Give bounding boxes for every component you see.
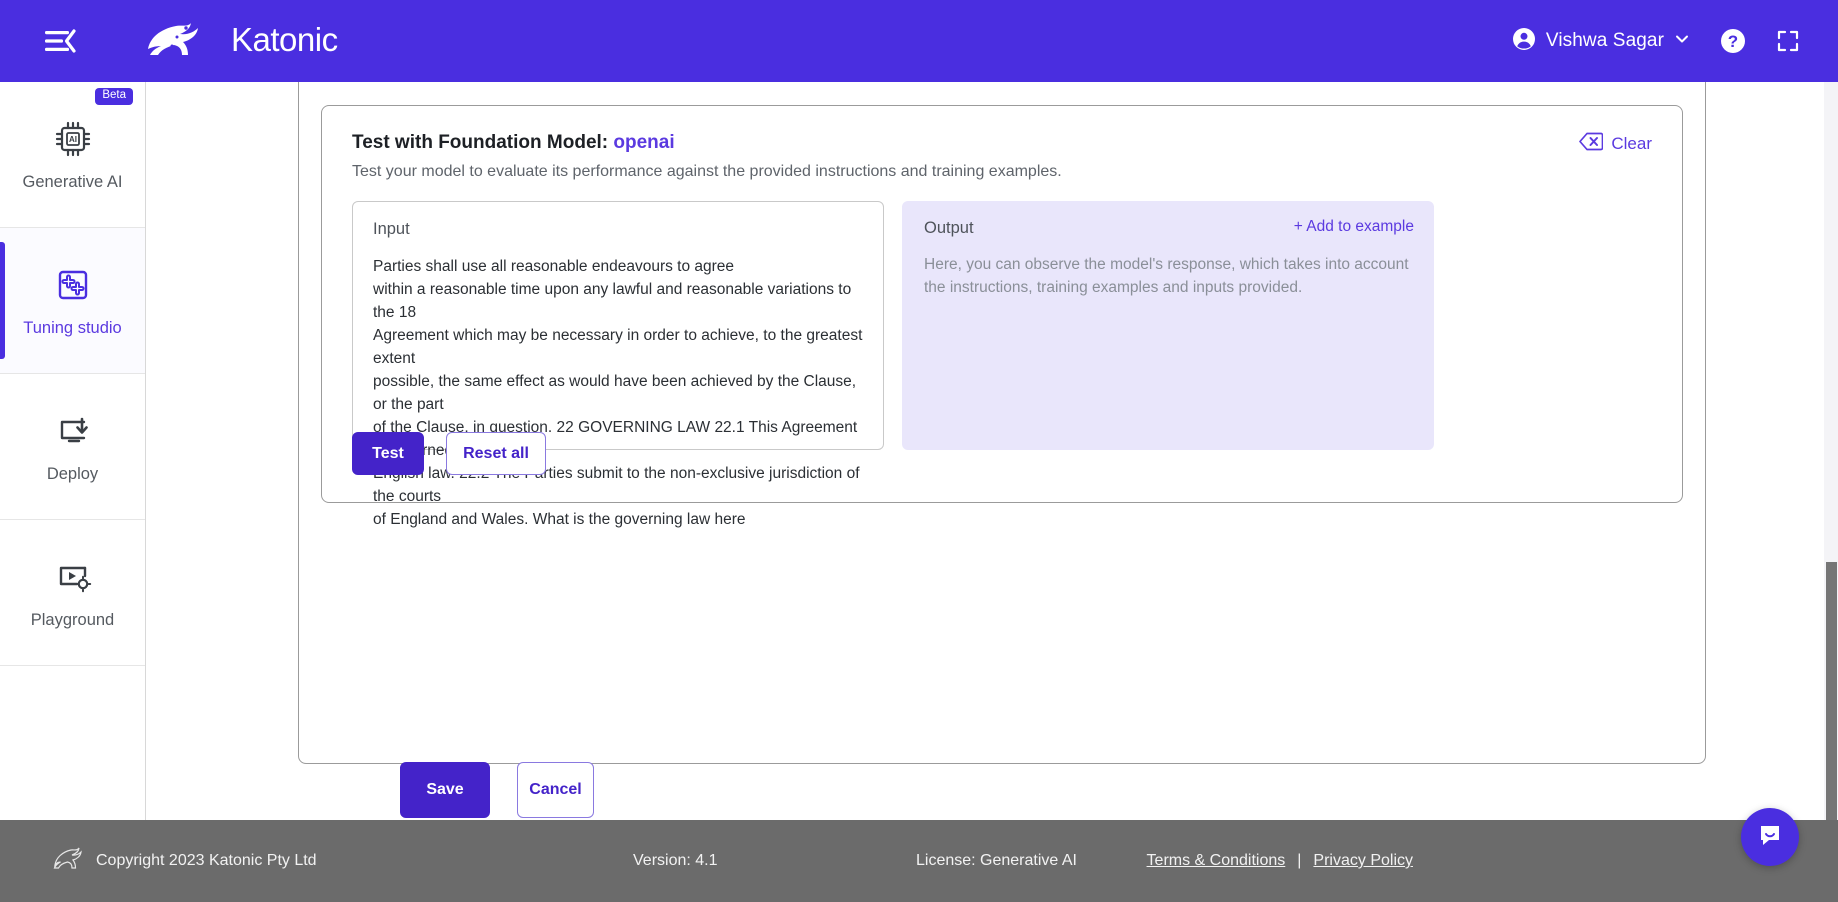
form-actions: Save Cancel [400, 762, 594, 818]
hamburger-collapse-icon[interactable] [44, 24, 86, 58]
katonic-logo[interactable]: Katonic [136, 19, 381, 63]
sidebar-item-generative-ai[interactable]: Beta AI Generative AI [0, 82, 145, 228]
privacy-policy-link[interactable]: Privacy Policy [1313, 852, 1413, 870]
user-menu[interactable]: Vishwa Sagar [1512, 27, 1690, 56]
puzzle-icon [53, 263, 93, 307]
ai-chip-icon: AI [53, 117, 93, 161]
page-footer: Copyright 2023 Katonic Pty Ltd Version: … [0, 820, 1838, 902]
test-card-actions: Test Reset all [352, 432, 546, 475]
sidebar-item-label: Deploy [46, 465, 99, 483]
chevron-down-icon [1674, 31, 1690, 52]
vertical-scrollbar-track[interactable] [1824, 82, 1838, 827]
output-panel: Output + Add to example Here, you can ob… [902, 201, 1434, 450]
footer-license: License: Generative AI [916, 852, 1077, 869]
test-card-subtitle: Test your model to evaluate its performa… [352, 163, 1062, 180]
vertical-scrollbar-thumb[interactable] [1826, 562, 1837, 827]
main-content: Test with Foundation Model: openai Test … [146, 82, 1838, 820]
sidebar-item-tuning-studio[interactable]: Tuning studio [0, 228, 145, 374]
sidebar-item-playground[interactable]: Playground [0, 520, 145, 666]
input-label: Input [373, 220, 410, 238]
footer-links: Terms & Conditions | Privacy Policy [1147, 852, 1413, 870]
monitor-download-icon [53, 409, 93, 453]
kangaroo-icon [52, 846, 82, 877]
terms-and-conditions-link[interactable]: Terms & Conditions [1147, 852, 1286, 870]
input-output-panels: Input Parties shall use all reasonable e… [322, 181, 1682, 528]
top-header: Katonic Vishwa Sagar ? [0, 0, 1838, 82]
save-button[interactable]: Save [400, 762, 490, 818]
header-actions: Vishwa Sagar ? [1512, 27, 1838, 56]
katonic-wordmark: Katonic [231, 21, 338, 58]
chat-widget-button[interactable] [1741, 808, 1799, 866]
svg-text:AI: AI [69, 135, 77, 144]
sidebar-item-label: Tuning studio [23, 319, 122, 337]
test-card-header: Test with Foundation Model: openai Test … [322, 106, 1682, 181]
user-name-label: Vishwa Sagar [1545, 30, 1664, 51]
left-sidebar: Beta AI Generative AI Tuning studio Depl… [0, 82, 146, 820]
application-root: Katonic Vishwa Sagar ? Beta AI Generativ… [0, 0, 1838, 902]
sidebar-item-deploy[interactable]: Deploy [0, 374, 145, 520]
footer-brand: Copyright 2023 Katonic Pty Ltd [52, 846, 317, 877]
add-to-example-link[interactable]: + Add to example [1294, 218, 1414, 236]
help-circle-icon[interactable]: ? [1720, 28, 1746, 54]
foundation-model-name: openai [613, 132, 675, 153]
output-placeholder-text: Here, you can observe the model's respon… [924, 256, 1409, 296]
footer-copyright: Copyright 2023 Katonic Pty Ltd [96, 852, 317, 869]
video-settings-icon [53, 555, 93, 599]
svg-text:?: ? [1728, 32, 1738, 51]
fullscreen-icon[interactable] [1776, 29, 1800, 53]
sidebar-item-label: Playground [30, 611, 115, 629]
test-button[interactable]: Test [352, 432, 424, 475]
beta-badge: Beta [95, 88, 133, 105]
tuning-form-card: Test with Foundation Model: openai Test … [298, 82, 1706, 764]
footer-version: Version: 4.1 [633, 852, 718, 869]
chat-bubble-icon [1756, 821, 1784, 854]
cancel-button[interactable]: Cancel [517, 762, 594, 818]
account-circle-icon [1512, 27, 1536, 56]
backspace-delete-icon [1579, 132, 1604, 156]
sidebar-item-label: Generative AI [22, 173, 123, 191]
svg-text:Katonic: Katonic [231, 21, 338, 58]
test-card-title: Test with Foundation Model: openai [352, 132, 1652, 154]
kangaroo-logo-icon [148, 23, 198, 55]
reset-all-button[interactable]: Reset all [446, 432, 546, 475]
footer-link-separator: | [1297, 852, 1302, 869]
input-value: Parties shall use all reasonable endeavo… [373, 258, 863, 528]
clear-button[interactable]: Clear [1579, 132, 1652, 156]
test-card-title-prefix: Test with Foundation Model: [352, 132, 609, 153]
input-textarea[interactable]: Input Parties shall use all reasonable e… [352, 201, 884, 528]
clear-label: Clear [1611, 134, 1652, 153]
test-with-foundation-model-card: Test with Foundation Model: openai Test … [321, 105, 1683, 528]
